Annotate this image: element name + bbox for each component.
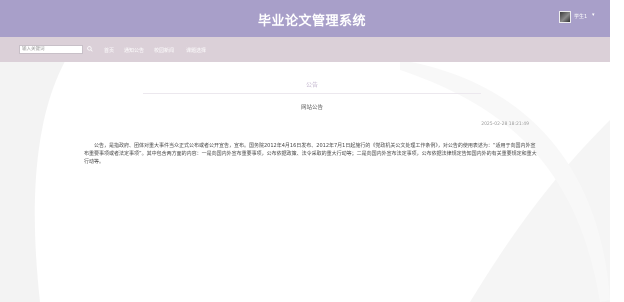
top-header: 毕业论文管理系统 学生1 ▾ xyxy=(0,0,624,37)
section-title: 公告 xyxy=(305,82,318,89)
chevron-down-icon[interactable]: ▾ xyxy=(592,12,595,18)
nav-link-home[interactable]: 首页 xyxy=(104,47,114,54)
nav-link-topics[interactable]: 课题选择 xyxy=(186,47,206,54)
nav-link-notices[interactable]: 通知公告 xyxy=(124,47,144,54)
site-title: 毕业论文管理系统 xyxy=(257,14,366,29)
user-avatar[interactable] xyxy=(559,11,571,23)
article-body: 公告，是指政府、团体对重大事件当众正式公布或者公开宣告，宣布。国务院2012年4… xyxy=(84,143,537,166)
search-input[interactable]: 输入关键词 xyxy=(19,45,83,54)
divider xyxy=(143,93,481,94)
article-date: 2025-02-28 18:21:49 xyxy=(481,122,529,127)
nav-link-news[interactable]: 校园新闻 xyxy=(154,47,174,54)
article-title: 网站公告 xyxy=(300,105,323,111)
search-icon[interactable] xyxy=(87,46,93,52)
username-label[interactable]: 学生1 xyxy=(574,13,587,20)
header-edge xyxy=(610,0,624,37)
nav-bar: 输入关键词 首页 通知公告 校园新闻 课题选择 xyxy=(0,37,610,62)
